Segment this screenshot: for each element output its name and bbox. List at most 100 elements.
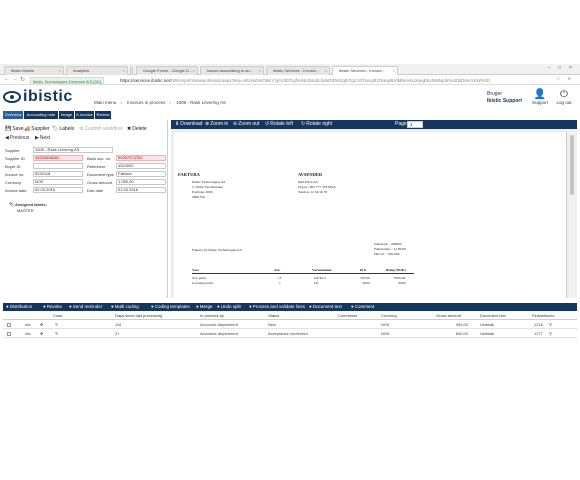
tab-e-invoice[interactable]: E-invoice (75, 111, 95, 119)
maximize-icon[interactable]: □ (558, 65, 561, 71)
logout-button[interactable]: ⏻ Log out (553, 90, 575, 106)
close-icon[interactable]: × (123, 67, 125, 75)
gross-amount-field[interactable]: 1 090,00 (116, 179, 166, 185)
rotate-left-icon: ↺ (265, 121, 270, 127)
page-number-input[interactable]: 1 (407, 121, 423, 128)
labels-button[interactable]: 🏷Labels (52, 125, 74, 133)
user-org: Ibistic Support (487, 98, 522, 104)
secure-badge[interactable]: Ibistic Technologies Denmark A/S [DK] (30, 77, 105, 84)
viewer-scrollbar[interactable] (569, 132, 575, 298)
search-icon[interactable]: ⚲ (549, 321, 552, 329)
user-role: Bruger (487, 91, 503, 97)
custom-workflow-button[interactable]: ⚙Custom workflow (79, 125, 123, 133)
process-validate-label: Process and validate lines (252, 304, 305, 309)
supplier-id-field[interactable]: 44534658262 (33, 155, 83, 161)
bank-account-field[interactable]: 59267974763 (116, 155, 166, 161)
logo-eye-icon (3, 91, 21, 103)
save-button[interactable]: 💾Save (5, 125, 24, 133)
browser-tab[interactable]: Google Forms - Google D... × (136, 66, 198, 75)
row-checkbox[interactable] (7, 323, 11, 327)
grid-header-process-by[interactable]: In process by (200, 312, 224, 320)
breadcrumb-item[interactable]: Invoices in process (127, 100, 165, 105)
tab-overview[interactable]: Overview (3, 111, 24, 119)
grid-header-document-text[interactable]: Document text (480, 312, 506, 320)
browser-tab[interactable]: Ibistic Services - Invoice... × (266, 66, 330, 75)
zoom-in-button[interactable]: ⊕Zoom in (205, 120, 228, 129)
support-button[interactable]: 👤 Support (529, 90, 551, 106)
breadcrumb-item[interactable]: Main menu (94, 100, 116, 105)
invoice-details-panel: 💾Save 🚚Supplier 🏷Labels ⚙Custom workflow… (3, 120, 168, 298)
rotate-right-button[interactable]: ↻Rotate right (301, 120, 332, 129)
url-field[interactable]: https://services.ibistic.net/NR/AspxFram… (120, 77, 490, 84)
close-icon[interactable]: × (393, 67, 395, 75)
undo-split-button[interactable]: ●Undo split (217, 303, 241, 311)
process-icon: ● (249, 304, 252, 309)
grid-header-days[interactable]: Days since last processing (115, 312, 162, 320)
previous-button[interactable]: ◀Previous (5, 135, 29, 142)
browser-tab[interactable]: Analytics × (66, 66, 128, 75)
grid-header-comments[interactable]: Comments (338, 312, 357, 320)
browser-tab-active[interactable]: Ibistic Services - Invoice... × (332, 66, 398, 75)
row-document-text: Varetalk (480, 331, 495, 336)
table-row[interactable]: mlu ✥ ✎ 27 Accounts department Acceptanc… (3, 330, 577, 338)
table-row[interactable]: mlu ✥ ✎ 118 Accounts department New NOK … (3, 321, 577, 329)
grid-header-gross[interactable]: Gross amount (436, 312, 461, 320)
grid-header-currency[interactable]: Currency (381, 312, 397, 320)
coding-templates-button[interactable]: ●Coding templates (151, 303, 190, 311)
grid-header-account[interactable]: Finansikonto (532, 312, 555, 320)
download-button[interactable]: ⬇Download (175, 120, 202, 129)
forward-icon[interactable]: → (12, 76, 18, 82)
zoom-out-button[interactable]: ⊖Zoom out (233, 120, 259, 129)
scrollbar-thumb[interactable] (570, 135, 574, 195)
tab-accounting-note[interactable]: Accounting note (24, 111, 59, 119)
edit-icon[interactable]: ✎ (55, 330, 58, 338)
menu-icon[interactable]: ≡ (568, 76, 571, 82)
invoice-no-field[interactable]: 5242118 (33, 171, 83, 177)
star-icon[interactable]: ☆ (556, 76, 560, 82)
doc-buyer-line: 0909 Vik (192, 195, 205, 199)
close-icon[interactable]: × (59, 67, 61, 75)
reference-field[interactable]: 4524052 (116, 163, 166, 169)
grid-header-status[interactable]: Status (268, 312, 279, 320)
back-icon[interactable]: ← (4, 76, 10, 82)
close-icon[interactable]: × (325, 67, 327, 75)
due-date-field[interactable]: 01.03.2016 (116, 187, 166, 193)
grid-header-code[interactable]: Code (53, 312, 63, 320)
distribution-label: Distribution (9, 304, 33, 309)
edit-icon[interactable]: ✎ (55, 321, 58, 329)
search-icon[interactable]: ⚲ (549, 330, 552, 338)
reload-icon[interactable]: ↻ (20, 76, 25, 83)
send-reminder-button[interactable]: ●Send reminder (69, 303, 102, 311)
merge-button[interactable]: ●Merge (196, 303, 212, 311)
invoice-date-field[interactable]: 02.03.2016 (33, 187, 83, 193)
next-button[interactable]: ▶Next (35, 135, 50, 142)
multi-coding-button[interactable]: ●Multi coding (111, 303, 139, 311)
supplier-field[interactable]: 1006 - Rask Levering AS (33, 147, 113, 153)
move-icon[interactable]: ✥ (40, 321, 43, 329)
rotate-left-button[interactable]: ↺Rotate left (265, 120, 293, 129)
row-days: 27 (115, 331, 120, 336)
browser-tab[interactable]: Issues associating to an... × (200, 66, 264, 75)
buyer-id-field[interactable] (33, 163, 83, 169)
close-window-icon[interactable]: × (569, 65, 572, 71)
supplier-button[interactable]: 🚚Supplier (24, 125, 50, 133)
revoke-button[interactable]: ●Revoke (43, 303, 62, 311)
supplier-label: Supplier (31, 126, 50, 132)
browser-tab[interactable] (130, 66, 133, 75)
tab-review[interactable]: Review (95, 111, 112, 119)
tab-image[interactable]: Image (59, 111, 75, 119)
row-checkbox[interactable] (7, 332, 11, 336)
comment-button[interactable]: ●Comment (351, 303, 374, 311)
distribution-button[interactable]: ●Distribution (6, 303, 32, 311)
document-text-button[interactable]: ●Document text (309, 303, 342, 311)
close-icon[interactable]: × (193, 67, 195, 75)
move-icon[interactable]: ✥ (40, 330, 43, 338)
delete-button[interactable]: ✖Delete (127, 125, 147, 133)
ibistic-logo[interactable]: ibistic (3, 88, 85, 107)
process-validate-button[interactable]: ●Process and validate lines (249, 303, 305, 311)
currency-select[interactable]: NOK (33, 179, 83, 185)
minimize-icon[interactable]: – (548, 65, 551, 71)
close-icon[interactable]: × (259, 67, 261, 75)
document-type-select[interactable]: Faktura (116, 171, 166, 177)
browser-tab[interactable]: Ibistic Mobile × (4, 66, 64, 75)
